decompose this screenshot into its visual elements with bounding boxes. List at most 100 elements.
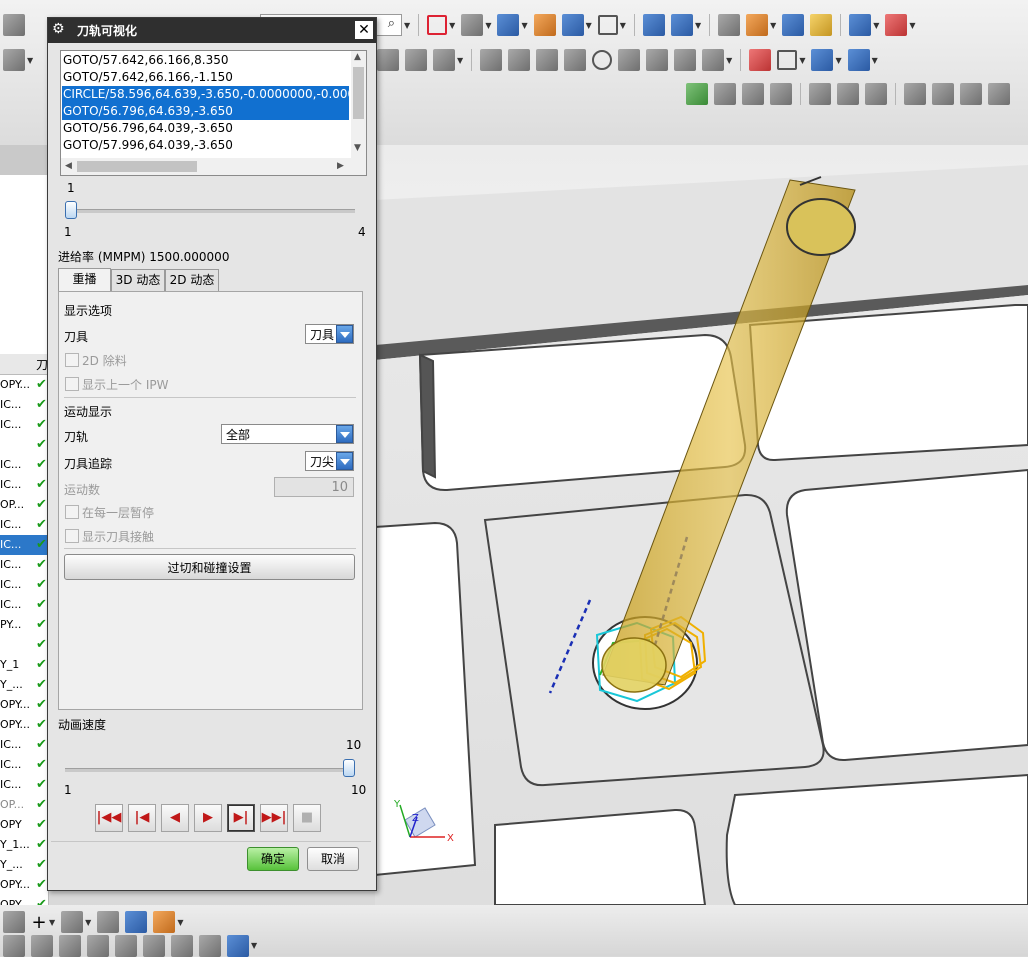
scroll-right-icon[interactable]: ▶ — [337, 161, 344, 171]
step-back-button[interactable]: |◀ — [128, 804, 156, 832]
step-forward-button[interactable]: ▶| — [227, 804, 255, 832]
navigator-row[interactable]: IC... ✔ — [0, 515, 48, 535]
dropdown-arrow-icon[interactable]: ▼ — [449, 21, 455, 30]
show-tool-contact-checkbox[interactable] — [65, 529, 79, 543]
flag-icon[interactable] — [809, 83, 831, 105]
navigator-row[interactable]: Y_1 ✔ — [0, 655, 48, 675]
shaded-view-icon[interactable] — [461, 14, 484, 36]
navigator-row[interactable]: IC... ✔ — [0, 595, 48, 615]
dropdown-arrow-icon[interactable]: ▼ — [835, 56, 841, 65]
create-geometry-icon[interactable] — [811, 49, 834, 71]
navigator-row[interactable]: IC... ✔ — [0, 555, 48, 575]
sketch-icon[interactable] — [3, 49, 25, 71]
navigator-column-header[interactable]: 刀 — [0, 354, 48, 375]
boolean-icon[interactable] — [153, 911, 176, 933]
2d-remove-checkbox[interactable] — [65, 353, 79, 367]
measure-icon[interactable] — [810, 14, 833, 36]
navigator-row[interactable]: OPY... ✔ — [0, 715, 48, 735]
navigator-row[interactable]: IC... ✔ — [0, 535, 48, 555]
revolve-icon[interactable] — [59, 934, 81, 957]
post-process-icon[interactable] — [433, 49, 455, 71]
toolpath-list-item[interactable]: GOTO/57.642,66.166,-1.150 — [62, 69, 349, 86]
shop-doc-icon[interactable] — [405, 49, 427, 71]
chevron-down-icon[interactable] — [336, 325, 353, 343]
animation-speed-slider[interactable] — [65, 768, 355, 772]
navigator-row[interactable]: Y_... ✔ — [0, 855, 48, 875]
path-slider[interactable] — [65, 209, 355, 213]
datum-csys-icon[interactable] — [746, 14, 769, 36]
toolpath-listing[interactable]: GOTO/57.642,66.166,8.350 GOTO/57.642,66.1… — [60, 50, 367, 176]
dropdown-arrow-icon[interactable]: ▼ — [726, 56, 732, 65]
gouge-collision-settings-button[interactable]: 过切和碰撞设置 — [64, 554, 355, 580]
chamfer-icon[interactable] — [171, 934, 193, 957]
chevron-down-icon[interactable] — [336, 452, 353, 470]
layer-icon[interactable] — [533, 14, 556, 36]
gear-icon[interactable]: ⚙ — [52, 21, 65, 37]
dropdown-arrow-icon[interactable]: ▼ — [872, 56, 878, 65]
dropdown-arrow-icon[interactable]: ▼ — [485, 21, 491, 30]
arc-icon[interactable] — [618, 49, 641, 71]
navigator-row[interactable]: ✔ — [0, 635, 48, 655]
machine-tool-icon[interactable] — [904, 83, 926, 105]
play-forward-button[interactable]: ▶ — [194, 804, 222, 832]
operation-icon[interactable] — [932, 83, 954, 105]
mirror-icon[interactable] — [702, 49, 725, 71]
navigator-row[interactable]: Y_... ✔ — [0, 675, 48, 695]
dropdown-arrow-icon[interactable]: ▼ — [177, 918, 183, 927]
scroll-left-icon[interactable]: ◀ — [65, 161, 72, 171]
play-reverse-button[interactable]: ◀ — [161, 804, 189, 832]
navigator-row[interactable]: OP... ✔ — [0, 495, 48, 515]
path-slider-thumb[interactable] — [65, 201, 77, 219]
curve-icon[interactable] — [480, 49, 503, 71]
chevron-down-icon[interactable] — [336, 425, 353, 443]
dropdown-arrow-icon[interactable]: ▼ — [457, 56, 463, 65]
fit-view-icon[interactable] — [427, 15, 448, 35]
navigator-row[interactable]: Y_1... ✔ — [0, 835, 48, 855]
trim-icon[interactable] — [3, 14, 25, 36]
navigator-row[interactable]: OPY... ✔ — [0, 375, 48, 395]
goto-end-button[interactable]: ▶▶| — [260, 804, 288, 832]
rect-icon[interactable] — [564, 49, 587, 71]
synchronous-icon[interactable] — [227, 934, 249, 957]
navigator-row[interactable]: OPY... ✔ — [0, 875, 48, 895]
list-icon[interactable] — [770, 83, 792, 105]
dropdown-arrow-icon[interactable]: ▼ — [586, 21, 592, 30]
cancel-button[interactable]: 取消 — [307, 847, 359, 871]
stop-button[interactable]: ■ — [293, 804, 321, 832]
horizontal-scrollbar[interactable]: ◀ ▶ — [61, 158, 366, 175]
dropdown-arrow-icon[interactable]: ▼ — [27, 56, 33, 65]
hole-icon[interactable] — [87, 934, 109, 957]
document-icon[interactable] — [865, 83, 887, 105]
blend-icon[interactable] — [143, 934, 165, 957]
datum-plane-icon[interactable] — [97, 911, 120, 933]
create-method-icon[interactable] — [847, 49, 870, 71]
close-button[interactable]: ✕ — [355, 21, 373, 39]
create-program-icon[interactable] — [749, 49, 772, 71]
scroll-thumb[interactable] — [77, 161, 197, 172]
extrude-icon[interactable] — [31, 934, 53, 957]
feature-icon[interactable] — [199, 934, 221, 957]
transform-icon[interactable] — [670, 14, 693, 36]
scroll-thumb[interactable] — [353, 67, 364, 119]
block-icon[interactable] — [125, 911, 148, 933]
dropdown-arrow-icon[interactable]: ▼ — [770, 21, 776, 30]
toolpath-list-item[interactable]: GOTO/56.796,64.039,-3.650 — [62, 120, 349, 137]
line-icon[interactable] — [536, 49, 559, 71]
analysis-icon[interactable] — [782, 14, 805, 36]
navigator-row[interactable]: IC... ✔ — [0, 415, 48, 435]
plus-icon[interactable]: + — [31, 914, 47, 932]
toolpath-list-item[interactable]: CIRCLE/58.596,64.639,-3.650,-0.0000000,-… — [62, 86, 349, 103]
background-icon[interactable] — [597, 15, 618, 35]
more-icon[interactable] — [988, 83, 1010, 105]
replay-toolpath-icon[interactable] — [742, 83, 764, 105]
navigator-row[interactable]: IC... ✔ — [0, 735, 48, 755]
pattern-icon[interactable] — [674, 49, 697, 71]
navigator-row[interactable]: OPY... ✔ — [0, 695, 48, 715]
solid-icon[interactable] — [115, 934, 137, 957]
toolpath-list-item[interactable]: GOTO/56.796,64.639,-3.650 — [62, 103, 349, 120]
cut-icon[interactable] — [885, 14, 908, 36]
circle-icon[interactable] — [592, 50, 613, 70]
vertical-scrollbar[interactable]: ▲ ▼ — [351, 51, 366, 158]
navigator-row[interactable]: IC... ✔ — [0, 395, 48, 415]
navigator-row[interactable]: ✔ — [0, 435, 48, 455]
